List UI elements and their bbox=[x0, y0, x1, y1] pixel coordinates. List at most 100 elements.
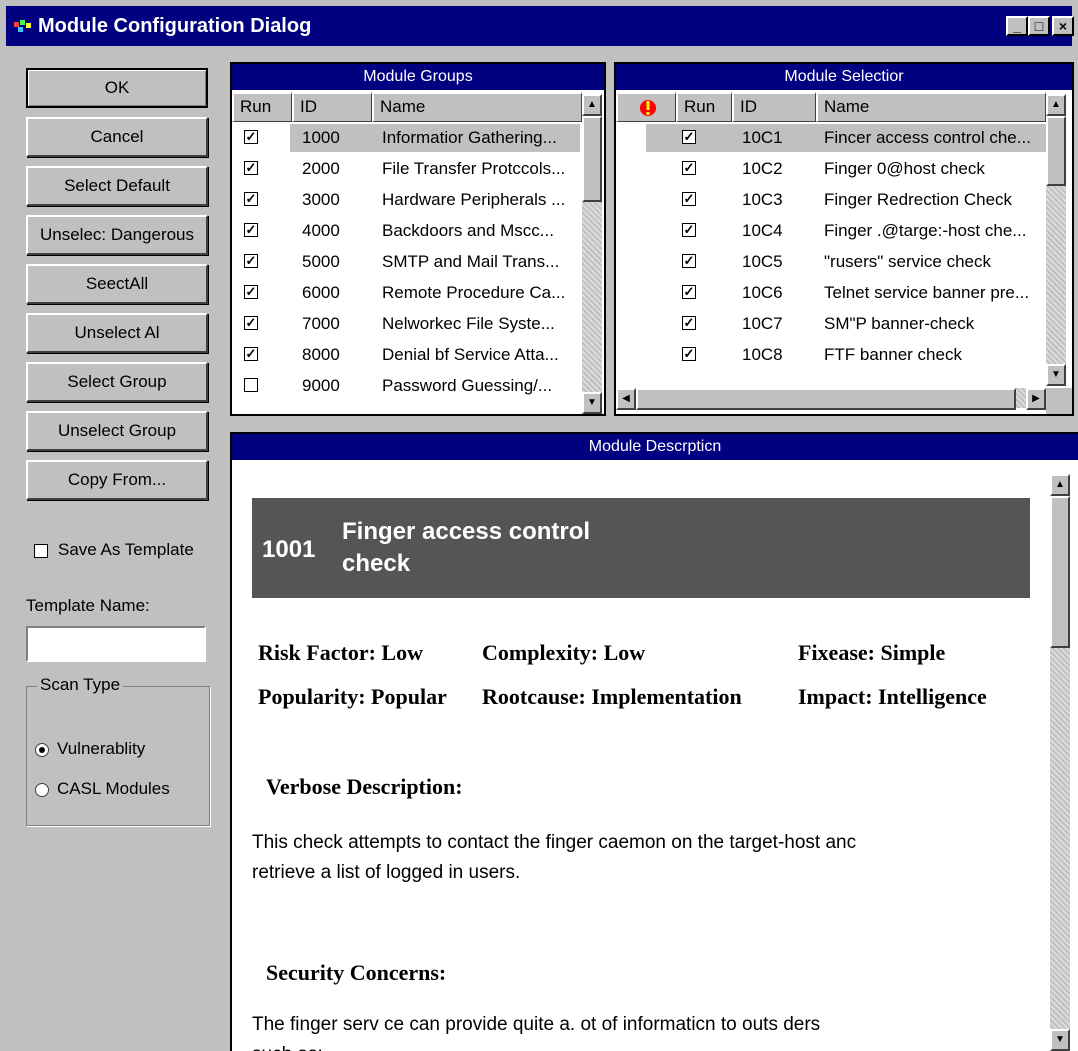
scroll-right-button[interactable]: ▶ bbox=[1026, 388, 1046, 410]
run-checkbox[interactable]: ✓ bbox=[244, 223, 258, 237]
unselect-all-button[interactable]: Unselect Al bbox=[26, 313, 208, 353]
module-id: 10C8 bbox=[742, 345, 783, 364]
module-group-id: 5000 bbox=[302, 252, 340, 271]
module-selection-list: ✓ 10C1 Fincer access control che... ✓ 10C2 Fi… bbox=[616, 122, 1046, 386]
select-all-button[interactable]: SeectAll bbox=[26, 264, 208, 304]
run-checkbox[interactable]: ✓ bbox=[682, 254, 696, 268]
run-checkbox[interactable]: ✓ bbox=[244, 130, 258, 144]
module-group-id: 6000 bbox=[302, 283, 340, 302]
module-name: Telnet service banner pre... bbox=[824, 283, 1030, 302]
impact: Impact: Intelligence bbox=[798, 684, 987, 709]
table-row[interactable]: ✓ 5000 SMTP and Mail Trans... bbox=[232, 246, 582, 277]
col-name[interactable]: Name bbox=[372, 92, 582, 122]
module-id: 10C1 bbox=[742, 128, 783, 147]
module-group-id: 2000 bbox=[302, 159, 340, 178]
minimize-icon: _ bbox=[1013, 18, 1021, 34]
table-row[interactable]: 9000 Password Guessing/... bbox=[232, 370, 582, 401]
run-checkbox[interactable]: ✓ bbox=[682, 223, 696, 237]
table-row[interactable]: ✓ 10C5 "rusers" service check bbox=[616, 246, 1046, 277]
module-selection-title: Module Selectior bbox=[616, 64, 1072, 90]
module-group-id: 4000 bbox=[302, 221, 340, 240]
scroll-thumb[interactable] bbox=[1046, 116, 1066, 186]
ok-button[interactable]: OK bbox=[26, 68, 208, 108]
select-group-button[interactable]: Select Group bbox=[26, 362, 208, 402]
horizontal-scroll-thumb[interactable] bbox=[636, 388, 1016, 410]
run-checkbox[interactable]: ✓ bbox=[244, 161, 258, 175]
run-checkbox[interactable]: ✓ bbox=[682, 347, 696, 361]
table-row[interactable]: ✓ 10C1 Fincer access control che... bbox=[616, 122, 1046, 153]
col-id[interactable]: ID bbox=[292, 92, 372, 122]
maximize-button[interactable]: □ bbox=[1028, 16, 1050, 36]
run-checkbox[interactable]: ✓ bbox=[682, 130, 696, 144]
run-checkbox[interactable]: ✓ bbox=[682, 316, 696, 330]
table-row[interactable]: ✓ 10C6 Telnet service banner pre... bbox=[616, 277, 1046, 308]
run-checkbox[interactable]: ✓ bbox=[244, 254, 258, 268]
scroll-down-button[interactable]: ▼ bbox=[1050, 1029, 1070, 1051]
select-default-button[interactable]: Select Default bbox=[26, 166, 208, 206]
col-name[interactable]: Name bbox=[816, 92, 1046, 122]
scroll-down-button[interactable]: ▼ bbox=[1046, 364, 1066, 386]
module-description-panel: Module Descrpticn 1001 Finger access con… bbox=[230, 432, 1078, 1051]
table-row[interactable]: ✓ 4000 Backdoors and Mscc... bbox=[232, 215, 582, 246]
run-checkbox[interactable]: ✓ bbox=[244, 192, 258, 206]
table-row[interactable]: ✓ 3000 Hardware Peripherals ... bbox=[232, 184, 582, 215]
run-checkbox[interactable]: ✓ bbox=[244, 347, 258, 361]
scroll-left-button[interactable]: ◀ bbox=[616, 388, 636, 410]
casl-modules-radio[interactable] bbox=[35, 783, 49, 797]
col-run[interactable]: Run bbox=[232, 92, 292, 122]
minimize-button[interactable]: _ bbox=[1006, 16, 1028, 36]
table-row[interactable]: ✓ 8000 Denial bf Service Atta... bbox=[232, 339, 582, 370]
save-as-template-checkbox[interactable] bbox=[34, 544, 48, 558]
table-row[interactable]: ✓ 1000 Informatior Gathering... bbox=[232, 122, 582, 153]
table-row[interactable]: ✓ 6000 Remote Procedure Ca... bbox=[232, 277, 582, 308]
module-id: 10C3 bbox=[742, 190, 783, 209]
module-group-name: Backdoors and Mscc... bbox=[382, 221, 554, 240]
col-id[interactable]: ID bbox=[732, 92, 816, 122]
scroll-up-button[interactable]: ▲ bbox=[582, 94, 602, 116]
run-checkbox[interactable] bbox=[244, 378, 258, 392]
module-header-banner: 1001 Finger access control check bbox=[252, 498, 1030, 598]
fixease: Fixease: Simple bbox=[798, 640, 946, 665]
app-icon bbox=[14, 20, 31, 32]
run-checkbox[interactable]: ✓ bbox=[682, 161, 696, 175]
table-row[interactable]: ✓ 10C8 FTF banner check bbox=[616, 339, 1046, 370]
unselect-group-button[interactable]: Unselect Group bbox=[26, 411, 208, 451]
complexity: Complexity: Low bbox=[482, 640, 646, 665]
module-id: 10C5 bbox=[742, 252, 783, 271]
col-danger[interactable] bbox=[616, 92, 676, 122]
module-group-id: 7000 bbox=[302, 314, 340, 333]
close-button[interactable]: × bbox=[1052, 16, 1074, 36]
copy-from-button[interactable]: Copy From... bbox=[26, 460, 208, 500]
scroll-up-button[interactable]: ▲ bbox=[1050, 474, 1070, 496]
module-group-id: 9000 bbox=[302, 376, 340, 395]
module-group-id: 1000 bbox=[302, 128, 340, 147]
table-row[interactable]: ✓ 10C7 SM"P banner-check bbox=[616, 308, 1046, 339]
run-checkbox[interactable]: ✓ bbox=[244, 285, 258, 299]
table-row[interactable]: ✓ 10C2 Finger 0@host check bbox=[616, 153, 1046, 184]
title-bar[interactable]: Module Configuration Dialog _ □ × bbox=[6, 6, 1074, 46]
scroll-thumb[interactable] bbox=[1050, 496, 1070, 648]
cancel-button[interactable]: Cancel bbox=[26, 117, 208, 157]
module-id: 10C4 bbox=[742, 221, 783, 240]
template-name-input[interactable] bbox=[26, 626, 206, 662]
module-group-name: SMTP and Mail Trans... bbox=[382, 252, 560, 271]
risk-factor: Risk Factor: Low bbox=[258, 640, 423, 665]
scroll-up-button[interactable]: ▲ bbox=[1046, 94, 1066, 116]
module-id: 10C2 bbox=[742, 159, 783, 178]
run-checkbox[interactable]: ✓ bbox=[682, 192, 696, 206]
table-row[interactable]: ✓ 2000 File Transfer Protccols... bbox=[232, 153, 582, 184]
vulnerability-radio[interactable] bbox=[35, 743, 49, 757]
module-group-name: Denial bf Service Atta... bbox=[382, 345, 559, 364]
col-run[interactable]: Run bbox=[676, 92, 732, 122]
table-row[interactable]: ✓ 10C3 Finger Redrection Check bbox=[616, 184, 1046, 215]
scroll-corner bbox=[1046, 388, 1072, 414]
run-checkbox[interactable]: ✓ bbox=[244, 316, 258, 330]
run-checkbox[interactable]: ✓ bbox=[682, 285, 696, 299]
table-row[interactable]: ✓ 10C4 Finger .@targe:-host che... bbox=[616, 215, 1046, 246]
scroll-thumb[interactable] bbox=[582, 116, 602, 202]
scan-type-caption: Scan Type bbox=[37, 675, 124, 695]
module-id: 10C7 bbox=[742, 314, 783, 333]
scroll-down-button[interactable]: ▼ bbox=[582, 392, 602, 414]
unselect-dangerous-button[interactable]: Unselec: Dangerous bbox=[26, 215, 208, 255]
table-row[interactable]: ✓ 7000 Nelworkec File Syste... bbox=[232, 308, 582, 339]
